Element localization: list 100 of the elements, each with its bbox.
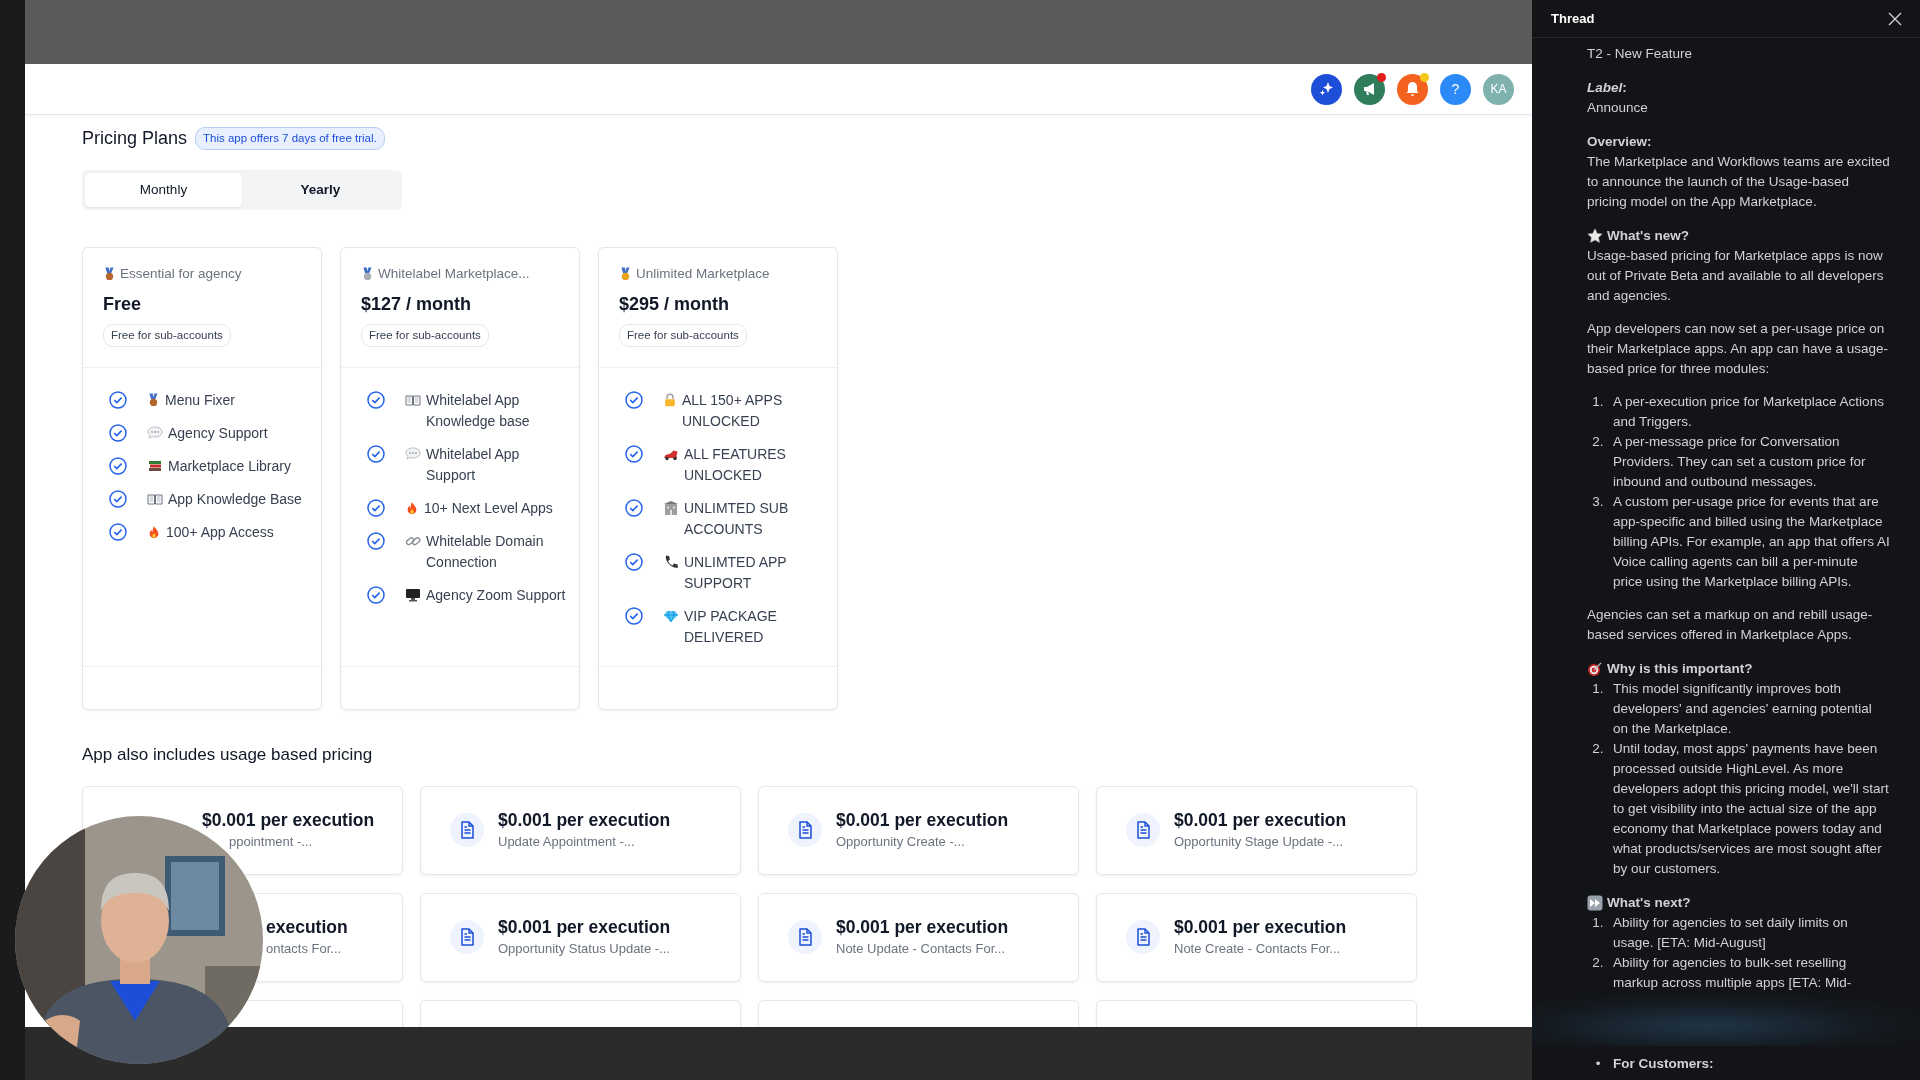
section-heading: What's next? [1607, 894, 1691, 912]
lock-icon [663, 392, 677, 409]
document-icon [788, 813, 822, 848]
feature-text: Whitelable Domain Connection [426, 532, 545, 573]
paragraph: App developers can now set a per-usage price on their Marketplace apps. An app can have a usage-based price for three modules: [1587, 320, 1889, 378]
list-marker: 1. [1591, 393, 1605, 411]
plan-note: Free for sub-accounts [103, 323, 231, 347]
feature-text: Marketplace Library [168, 457, 292, 477]
target-icon [1587, 661, 1603, 677]
check-icon [367, 391, 385, 410]
paragraph: Announce [1587, 99, 1649, 117]
event-name: Update Appointment -... [498, 834, 635, 850]
panel-title: Thread [1551, 9, 1595, 28]
event-name: ontacts For... [266, 940, 342, 959]
monitor-icon [405, 587, 421, 604]
price-text: $0.001 per execution [202, 809, 375, 832]
list-item: A per-execution price for Marketplace Actions and Triggers. [1613, 393, 1885, 431]
plan-note: Free for sub-accounts [619, 323, 747, 347]
price-text: $0.001 per execution [1174, 810, 1347, 831]
section-heading: Why is this important? [1607, 660, 1753, 678]
list-item: For Customers: [1613, 1055, 1714, 1073]
feature-text: Whitelabel App Knowledge base [426, 391, 531, 432]
section-heading: Label: [1587, 79, 1627, 97]
price-text: $0.001 per execution [836, 810, 1009, 831]
event-name: Opportunity Stage Update -... [1174, 834, 1344, 850]
plan-price: $295 / month [619, 292, 731, 316]
check-icon [109, 424, 127, 443]
billing-tab[interactable]: Monthly [85, 173, 242, 208]
price-text: $0.001 per execution [498, 810, 671, 831]
plan-price: Free [103, 292, 143, 316]
document-icon [788, 920, 822, 955]
plan-price: $127 / month [361, 292, 473, 316]
list-marker: • [1594, 1055, 1602, 1073]
check-icon [367, 532, 385, 551]
document-icon [450, 813, 484, 848]
section-title: Pricing Plans [82, 127, 188, 150]
price-text: $0.001 per execution [498, 917, 671, 938]
list-item: Ability for agencies to bulk-set reselling markup across multiple apps [ETA: Mid- [1613, 954, 1853, 992]
price-text: execution [266, 916, 348, 939]
trial-badge: This app offers 7 days of free trial. [195, 126, 385, 151]
feature-text: Agency Zoom Support [426, 586, 566, 606]
building-icon [663, 500, 679, 517]
check-icon [625, 445, 643, 464]
announcements-button[interactable] [1354, 73, 1385, 105]
book-icon [147, 491, 163, 508]
feature-text: VIP PACKAGE DELIVERED [684, 607, 778, 648]
list-item: Ability for agencies to set daily limits on usage. [ETA: Mid-August] [1613, 914, 1849, 952]
plan-name: Unlimited Marketplace [636, 265, 770, 284]
document-icon [1126, 920, 1160, 955]
event-name: Note Create - Contacts For... [1174, 941, 1341, 957]
plan-name: Essential for agency [120, 265, 242, 284]
list-marker: 3. [1591, 493, 1605, 511]
notifications-button[interactable] [1397, 73, 1428, 105]
billing-tab[interactable]: Yearly [242, 173, 399, 208]
gem-icon [663, 608, 679, 625]
document-icon [1126, 813, 1160, 848]
feature-text: UNLIMTED APP SUPPORT [684, 553, 788, 594]
price-text: $0.001 per execution [836, 917, 1009, 938]
check-icon [109, 490, 127, 509]
paragraph: T2 - New Feature [1587, 45, 1694, 63]
check-icon [625, 553, 643, 572]
check-icon [625, 391, 643, 410]
sparkle-icon [1318, 81, 1335, 97]
list-item: A custom per-usage price for events that are app-specific and billed using the Marketplace billing APIs. For example, an app that offers AI Voice calling agents can bill a per-minute price using the Marketplace billing APIs. [1613, 493, 1890, 591]
feature-text: ALL 150+ APPS UNLOCKED [682, 391, 784, 432]
check-icon [625, 499, 643, 518]
bell-icon [1405, 81, 1420, 97]
list-item: A per-message price for Conversation Providers. They can set a custom price for inbound and outbound messages. [1613, 433, 1867, 491]
phone-icon [663, 554, 679, 571]
list-marker: 1. [1591, 680, 1605, 698]
plan-name: Whitelabel Marketplace... [378, 265, 530, 284]
feature-text: 10+ Next Level Apps [424, 499, 554, 519]
close-button[interactable] [1887, 10, 1903, 27]
event-name: Opportunity Status Update -... [498, 941, 670, 957]
event-name: Opportunity Create -... [836, 834, 965, 850]
feature-text: ALL FEATURES UNLOCKED [684, 445, 787, 486]
check-icon [367, 445, 385, 464]
document-icon [450, 920, 484, 955]
check-icon [367, 499, 385, 518]
speech-bubble-icon [147, 425, 163, 442]
book-icon [405, 392, 421, 409]
feature-text: Whitelabel App Support [426, 445, 521, 486]
star-icon [1587, 228, 1603, 244]
feature-text: UNLIMTED SUB ACCOUNTS [684, 499, 790, 540]
medal-icon [147, 392, 160, 409]
price-text: $0.001 per execution [1174, 917, 1347, 938]
list-marker: 2. [1591, 740, 1605, 758]
feature-text: 100+ App Access [166, 523, 275, 543]
speech-bubble-icon [405, 446, 421, 463]
paragraph: Agencies can set a markup on and rebill usage-based services offered in Marketplace Apps. [1587, 606, 1874, 644]
list-marker: 1. [1591, 914, 1605, 932]
plan-note: Free for sub-accounts [361, 323, 489, 347]
section-heading: Overview: [1587, 133, 1652, 151]
check-icon [109, 391, 127, 410]
feature-text: Menu Fixer [165, 391, 237, 411]
ai-button[interactable] [1311, 73, 1342, 105]
feature-text: App Knowledge Base [168, 490, 303, 510]
event-name: Note Update - Contacts For... [836, 941, 1006, 957]
check-icon [109, 457, 127, 476]
fast-forward-icon [1587, 895, 1603, 911]
